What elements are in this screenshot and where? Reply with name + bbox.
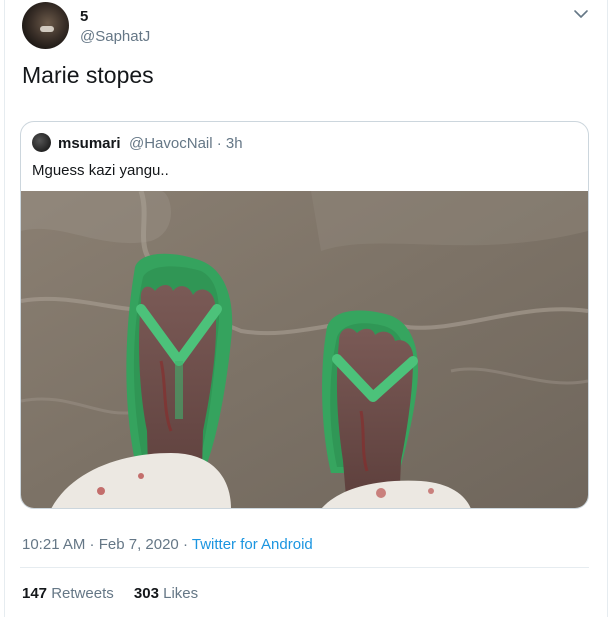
tweet-timestamp-line: 10:21 AM · Feb 7, 2020 · Twitter for And…	[22, 536, 313, 553]
tweet-source-link[interactable]: Twitter for Android	[192, 536, 313, 553]
tweet-timestamp[interactable]: 10:21 AM · Feb 7, 2020	[22, 536, 179, 553]
likes-stat[interactable]: 303 Likes	[134, 585, 198, 602]
retweets-count: 147	[22, 585, 48, 602]
tweet-stats: 147 Retweets 303 Likes	[22, 585, 214, 602]
quoted-photo[interactable]	[21, 191, 588, 509]
tweet-text: Marie stopes	[22, 62, 154, 88]
likes-count: 303	[133, 585, 159, 602]
quoted-avatar	[32, 133, 51, 152]
quoted-handle: @HavocNail	[129, 135, 213, 152]
retweets-label: Retweets	[51, 585, 114, 602]
chevron-down-icon[interactable]	[573, 8, 589, 20]
quoted-time: · 3h	[216, 135, 243, 152]
display-name[interactable]: 5	[80, 8, 88, 25]
quoted-text: Mguess kazi yangu..	[32, 162, 169, 179]
quoted-tweet[interactable]: msumari @HavocNail · 3h Mguess kazi yang…	[20, 121, 589, 509]
avatar[interactable]	[22, 2, 69, 49]
meta-separator: ·	[182, 536, 188, 553]
quoted-display-name: msumari	[58, 135, 121, 152]
retweets-stat[interactable]: 147 Retweets	[22, 585, 118, 602]
divider	[20, 567, 589, 568]
user-handle[interactable]: @SaphatJ	[80, 28, 150, 45]
quoted-meta: @HavocNail · 3h	[129, 135, 243, 152]
likes-label: Likes	[163, 585, 199, 602]
